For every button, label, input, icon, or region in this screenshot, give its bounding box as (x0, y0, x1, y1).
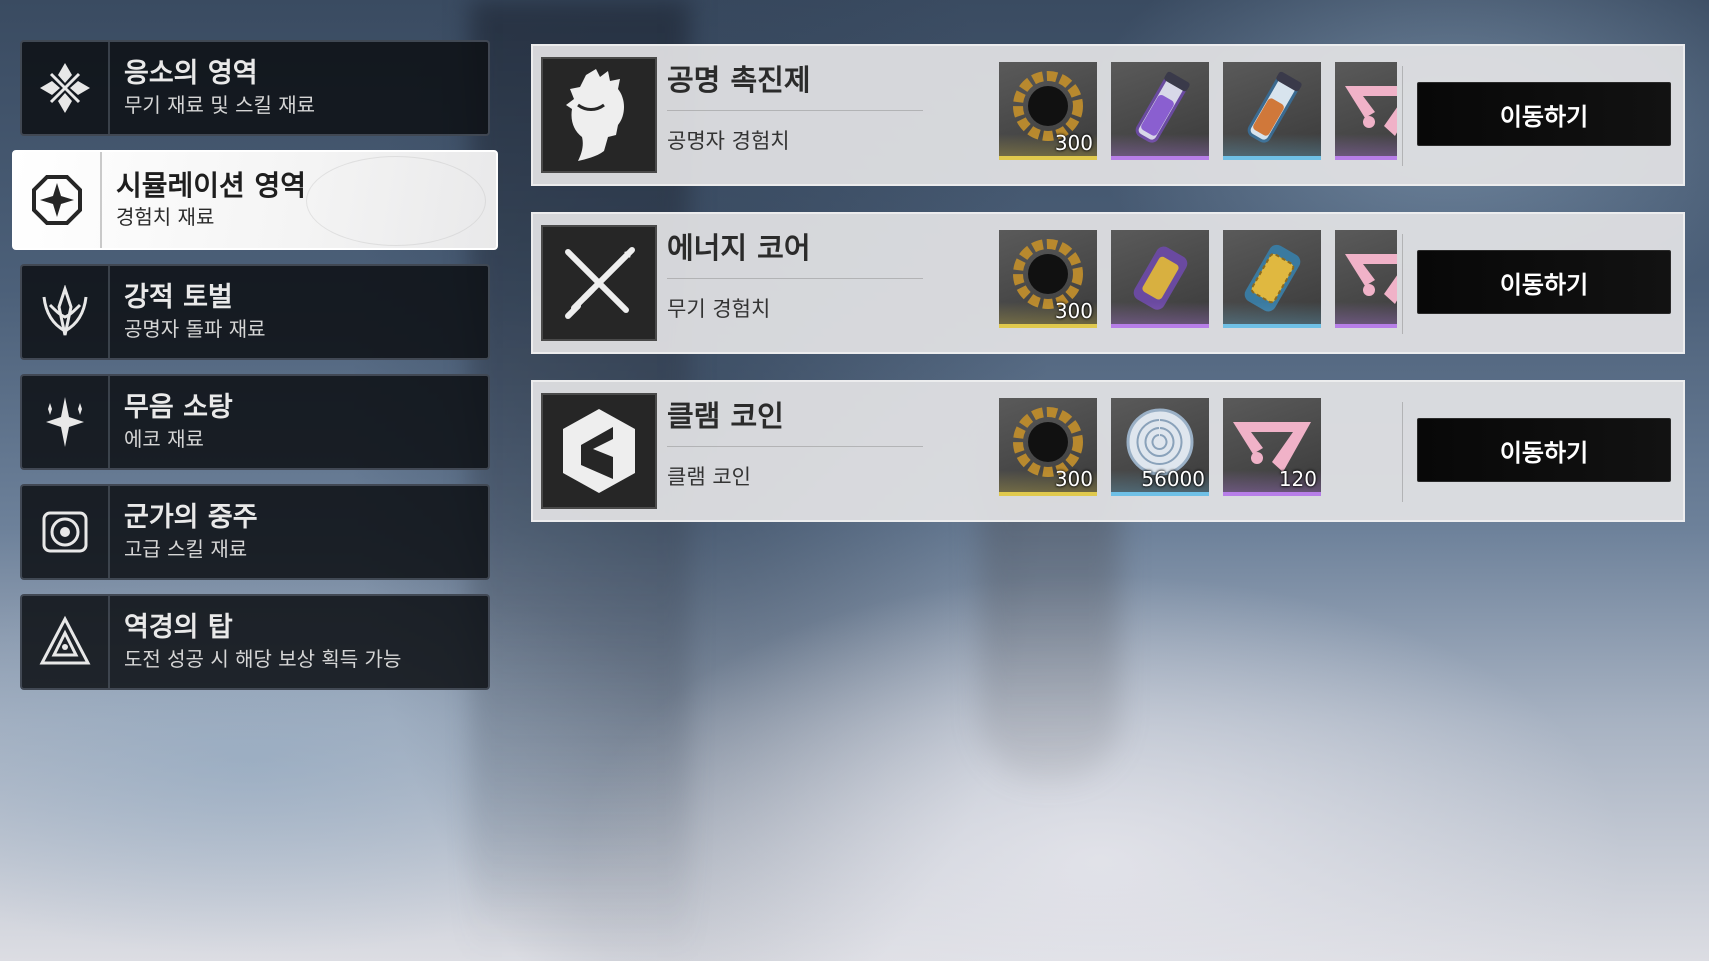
sidebar-item-subtitle: 경험치 재료 (116, 205, 215, 229)
target-ring-icon (22, 486, 110, 578)
reward-quantity: 300 (1054, 131, 1093, 155)
sidebar-item-boss-hunt[interactable]: 강적 토벌 공명자 돌파 재료 (20, 264, 490, 360)
crossed-swords-icon (541, 225, 657, 341)
stage-subtitle: 무기 경험치 (667, 297, 771, 321)
sidebar-item-adversity-tower[interactable]: 역경의 탑 도전 성공 시 해당 보상 획득 가능 (20, 594, 490, 690)
reward-item[interactable] (1335, 230, 1397, 328)
go-button[interactable]: 이동하기 (1417, 250, 1671, 314)
reward-item[interactable]: 120 (1223, 398, 1321, 496)
go-button[interactable]: 이동하기 (1417, 82, 1671, 146)
category-sidebar: 응소의 영역 무기 재료 및 스킬 재료 시뮬레이션 영역 경험치 재료 강적 … (12, 40, 498, 704)
stage-card-energy-core: 에너지 코어 무기 경험치 300 이동하기 (531, 212, 1685, 354)
stage-info: 클램 코인 클램 코인 (667, 396, 923, 491)
title-divider (667, 446, 923, 447)
stage-card-resonance-promoter: 공명 촉진제 공명자 경험치 300 이동하기 (531, 44, 1685, 186)
sparkle-icon (22, 376, 110, 468)
sidebar-item-title: 시뮬레이션 영역 (116, 169, 307, 202)
sidebar-item-title: 응소의 영역 (124, 58, 258, 89)
button-divider (1402, 234, 1403, 334)
title-divider (667, 278, 923, 279)
reward-item[interactable]: 300 (999, 398, 1097, 496)
button-divider (1402, 402, 1403, 502)
resonator-head-icon (541, 57, 657, 173)
go-button[interactable]: 이동하기 (1417, 418, 1671, 482)
reward-quantity: 56000 (1141, 467, 1205, 491)
sidebar-item-title: 역경의 탑 (124, 612, 233, 643)
stage-subtitle: 공명자 경험치 (667, 129, 790, 153)
stage-info: 에너지 코어 무기 경험치 (667, 228, 923, 323)
reward-list: 300 (999, 62, 1397, 162)
stage-title: 클램 코인 (667, 399, 784, 433)
triangle-tower-icon (22, 596, 110, 688)
sidebar-item-subtitle: 고급 스킬 재료 (124, 537, 248, 561)
octagon-star-icon (14, 152, 102, 248)
reward-item[interactable]: 300 (999, 62, 1097, 160)
sidebar-item-silent-sweep[interactable]: 무음 소탕 에코 재료 (20, 374, 490, 470)
reward-item[interactable]: 56000 (1111, 398, 1209, 496)
stage-title: 공명 촉진제 (667, 63, 811, 97)
reward-quantity: 300 (1054, 299, 1093, 323)
shell-hexagon-icon (541, 393, 657, 509)
stage-subtitle: 클램 코인 (667, 465, 751, 489)
sidebar-item-subtitle: 무기 재료 및 스킬 재료 (124, 93, 316, 117)
sidebar-item-title: 강적 토벌 (124, 282, 233, 313)
button-divider (1402, 66, 1403, 166)
sidebar-item-subtitle: 공명자 돌파 재료 (124, 317, 266, 341)
reward-item[interactable] (1335, 62, 1397, 160)
stage-list: 공명 촉진제 공명자 경험치 300 이동하기 에너지 코어 무기 경험치 30… (531, 44, 1685, 548)
sidebar-item-title: 무음 소탕 (124, 392, 233, 423)
decorative-arc (306, 156, 486, 246)
sidebar-item-weapon-skill[interactable]: 응소의 영역 무기 재료 및 스킬 재료 (20, 40, 490, 136)
sidebar-item-subtitle: 도전 성공 시 해당 보상 획득 가능 (124, 647, 402, 671)
title-divider (667, 110, 923, 111)
reward-item[interactable] (1111, 62, 1209, 160)
sidebar-item-simulation[interactable]: 시뮬레이션 영역 경험치 재료 (12, 150, 498, 250)
reward-item[interactable] (1111, 230, 1209, 328)
sidebar-item-military-ensemble[interactable]: 군가의 중주 고급 스킬 재료 (20, 484, 490, 580)
reward-item[interactable] (1223, 62, 1321, 160)
sidebar-item-subtitle: 에코 재료 (124, 427, 204, 451)
stage-info: 공명 촉진제 공명자 경험치 (667, 60, 923, 155)
reward-item[interactable] (1223, 230, 1321, 328)
reward-quantity: 300 (1054, 467, 1093, 491)
stage-card-shell-credit: 클램 코인 클램 코인 300 56000 120 이동하기 (531, 380, 1685, 522)
diamond-cross-icon (22, 42, 110, 134)
reward-quantity: 120 (1278, 467, 1317, 491)
sidebar-item-title: 군가의 중주 (124, 502, 258, 533)
reward-list: 300 56000 120 (999, 398, 1397, 498)
flame-crest-icon (22, 266, 110, 358)
stage-title: 에너지 코어 (667, 231, 811, 265)
reward-list: 300 (999, 230, 1397, 330)
reward-item[interactable]: 300 (999, 230, 1097, 328)
